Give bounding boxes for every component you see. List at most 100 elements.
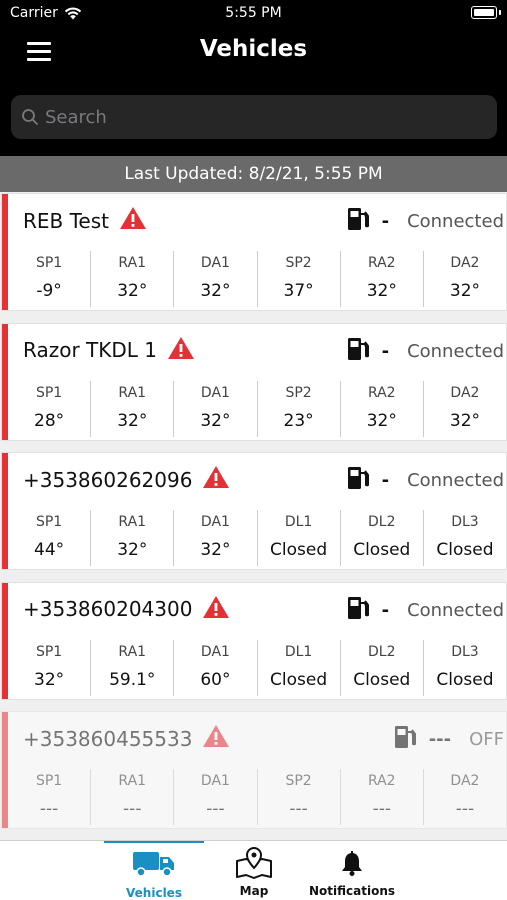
reading-value: --- xyxy=(372,799,391,819)
reading-label: DL1 xyxy=(284,514,313,530)
fuel-pump-icon xyxy=(346,595,370,626)
reading-label: SP2 xyxy=(285,384,312,401)
reading-value: 32° xyxy=(449,410,481,431)
reading-label: DL3 xyxy=(451,643,479,660)
vehicle-card[interactable]: +353860262096 - Connected SP1 44° RA1 32° DA1 32… xyxy=(2,453,506,569)
search-input[interactable] xyxy=(45,106,485,128)
reading-label: SP1 xyxy=(35,514,63,530)
tab-notifications[interactable]: Notifications xyxy=(302,841,402,900)
reading-value: --- xyxy=(206,799,225,819)
reading-label: DA1 xyxy=(200,514,230,530)
search-bar[interactable] xyxy=(11,95,497,139)
reading-label: DA2 xyxy=(450,384,480,401)
reading-value: --- xyxy=(455,799,475,819)
reading-cell: DA1 32° xyxy=(174,380,258,437)
sensor-readings: SP1 -9° RA1 32° DA1 32° SP2 37° RA2 32° DA2 32° xyxy=(8,251,506,307)
reading-value: Closed xyxy=(436,540,494,560)
reading-value: Closed xyxy=(270,669,328,690)
reading-label: RA2 xyxy=(367,384,396,401)
reading-label: DA1 xyxy=(200,643,230,660)
reading-value: --- xyxy=(289,799,308,819)
reading-value: 32° xyxy=(449,281,481,301)
vehicle-name: +353860262096 xyxy=(23,467,193,492)
reading-cell: SP1 --- xyxy=(8,769,92,825)
fuel-value: - xyxy=(381,211,390,232)
vehicle-header: +353860455533 xyxy=(23,724,230,753)
sensor-readings: SP1 32° RA1 59.1° DA1 60° DL1 Closed DL2 Closed DL… xyxy=(8,639,506,696)
vehicle-status: - Connected xyxy=(346,336,504,367)
connection-status: Connected xyxy=(407,470,504,491)
reading-cell: SP1 -9° xyxy=(8,251,92,307)
reading-label: SP2 xyxy=(285,255,312,271)
reading-cell: SP1 44° xyxy=(8,510,92,566)
reading-value: -9° xyxy=(36,281,62,301)
fuel-value: - xyxy=(381,470,390,491)
vehicle-name: +353860455533 xyxy=(23,726,193,751)
reading-label: RA1 xyxy=(118,255,147,271)
vehicle-status: - Connected xyxy=(346,465,504,496)
connection-status: Connected xyxy=(407,599,504,621)
reading-cell: RA1 32° xyxy=(91,380,175,437)
warning-icon[interactable] xyxy=(119,206,147,235)
reading-label: DA1 xyxy=(200,384,230,401)
reading-cell: DL1 Closed xyxy=(258,510,341,566)
reading-cell: DA1 32° xyxy=(174,510,258,566)
reading-label: SP2 xyxy=(285,773,312,789)
vehicle-card[interactable]: +353860204300 - Connected SP1 32° RA1 59.1° DA1… xyxy=(2,582,506,699)
vehicle-header: +353860262096 xyxy=(23,465,230,494)
fuel-pump-icon xyxy=(393,724,417,755)
reading-cell: RA1 59.1° xyxy=(91,639,175,696)
reading-label: DA1 xyxy=(200,773,230,789)
vehicle-header: +353860204300 xyxy=(23,595,230,624)
vehicle-card[interactable]: +353860455533 --- OFF SP1 --- RA1 --- DA1 --- SP2… xyxy=(2,712,506,828)
vehicle-card[interactable]: Razor TKDL 1 - Connected SP1 28° RA1 32° DA1 32°… xyxy=(2,323,506,440)
reading-cell: RA2 32° xyxy=(341,380,424,437)
tab-map[interactable]: Map xyxy=(204,841,304,900)
reading-value: 32° xyxy=(200,540,231,560)
reading-value: 59.1° xyxy=(109,669,156,690)
reading-value: 28° xyxy=(34,410,65,431)
reading-cell: SP1 32° xyxy=(8,639,92,696)
reading-label: SP1 xyxy=(35,255,63,271)
tab-bar: Vehicles Map Notifications xyxy=(0,840,507,900)
reading-label: DA2 xyxy=(450,255,480,271)
reading-cell: RA1 32° xyxy=(91,510,175,566)
reading-label: RA1 xyxy=(118,773,147,789)
reading-value: --- xyxy=(39,799,59,819)
reading-value: 32° xyxy=(200,281,231,301)
vehicle-card[interactable]: REB Test - Connected SP1 -9° RA1 32° DA1 32° SP2 3… xyxy=(2,194,506,310)
battery-icon xyxy=(471,6,501,19)
connection-status: Connected xyxy=(407,340,504,362)
connection-status: OFF xyxy=(469,729,504,750)
reading-cell: RA2 32° xyxy=(341,251,424,307)
app-root: Carrier 5:55 PM Vehicles Last Updated: 8… xyxy=(0,0,507,900)
vehicle-header: REB Test xyxy=(23,206,147,235)
reading-value: Closed xyxy=(436,669,494,690)
warning-icon[interactable] xyxy=(167,336,195,365)
tab-map-label: Map xyxy=(239,884,269,898)
bell-icon xyxy=(342,851,362,876)
reading-label: SP1 xyxy=(35,643,63,660)
reading-cell: DL1 Closed xyxy=(258,639,341,696)
fuel-value: - xyxy=(381,599,390,621)
sensor-readings: SP1 --- RA1 --- DA1 --- SP2 --- RA2 --- DA2 --- xyxy=(8,769,506,825)
reading-label: DL2 xyxy=(368,643,396,660)
reading-label: RA1 xyxy=(118,643,147,660)
fuel-value: --- xyxy=(428,729,452,750)
warning-icon[interactable] xyxy=(202,465,230,494)
reading-cell: RA1 --- xyxy=(91,769,175,825)
reading-cell: DL2 Closed xyxy=(341,510,424,566)
warning-icon[interactable] xyxy=(202,595,230,624)
reading-label: DL2 xyxy=(368,514,396,530)
reading-value: 32° xyxy=(200,410,231,431)
clock: 5:55 PM xyxy=(225,5,282,21)
tab-vehicles[interactable]: Vehicles xyxy=(104,841,204,900)
reading-cell: RA2 --- xyxy=(341,769,424,825)
warning-icon[interactable] xyxy=(202,724,230,753)
reading-value: 32° xyxy=(117,281,148,301)
reading-label: RA2 xyxy=(367,255,396,271)
vehicle-name: +353860204300 xyxy=(23,597,193,621)
reading-value: 37° xyxy=(283,281,314,301)
reading-value: 32° xyxy=(34,669,65,690)
reading-label: DL1 xyxy=(284,643,313,660)
